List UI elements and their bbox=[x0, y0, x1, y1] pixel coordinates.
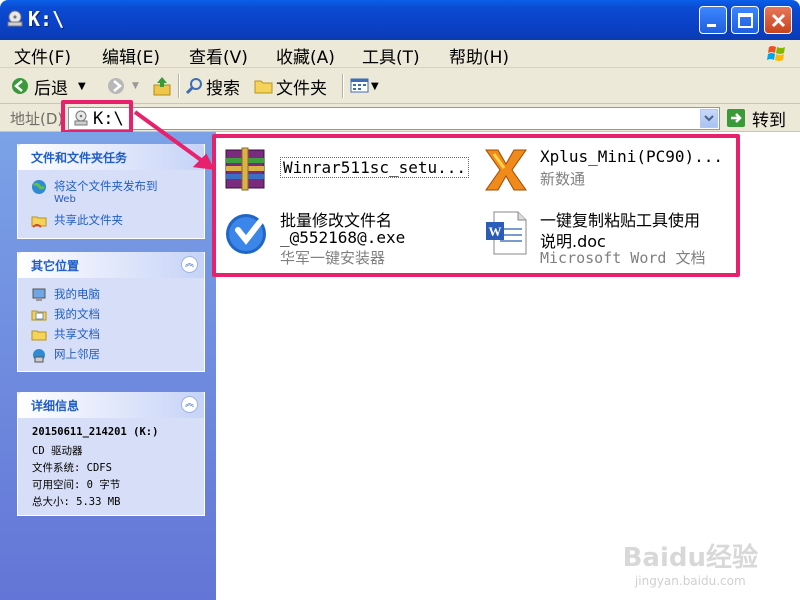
annotation-arrow bbox=[133, 110, 215, 170]
